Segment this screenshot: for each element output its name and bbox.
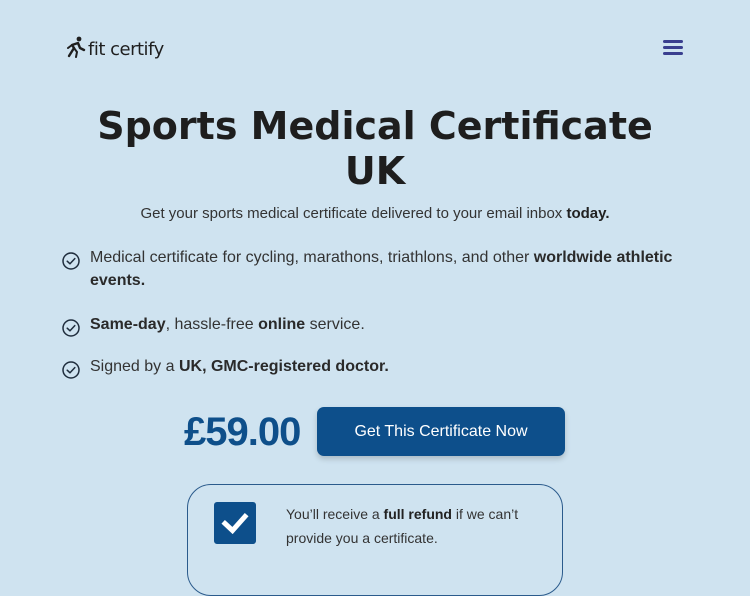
feature-text: Medical certificate for cycling, maratho… bbox=[90, 246, 690, 292]
feature-text-bold: online bbox=[258, 316, 306, 333]
check-circle-icon bbox=[62, 313, 90, 342]
checkbox-checked-icon bbox=[214, 502, 256, 544]
feature-item: Signed by a UK, GMC-registered doctor. bbox=[62, 355, 389, 384]
feature-text: Signed by a UK, GMC-registered doctor. bbox=[90, 355, 389, 384]
feature-text-part: , hassle-free bbox=[165, 316, 259, 333]
refund-text: You’ll receive a full refund if we can’t… bbox=[286, 502, 546, 550]
check-circle-icon bbox=[62, 355, 90, 384]
refund-guarantee-card: You’ll receive a full refund if we can’t… bbox=[187, 484, 563, 596]
feature-text-part: Medical certificate for cycling, maratho… bbox=[90, 249, 534, 266]
subtitle-emphasis: today. bbox=[566, 205, 610, 222]
feature-text-bold: UK, GMC-registered doctor. bbox=[178, 358, 389, 375]
get-certificate-button[interactable]: Get This Certificate Now bbox=[317, 407, 565, 456]
runner-logo-icon bbox=[66, 36, 88, 63]
feature-text-bold: Same-day bbox=[90, 316, 166, 333]
page-title: Sports Medical Certificate UK bbox=[75, 104, 675, 194]
feature-text-part: Signed by a bbox=[90, 358, 179, 375]
site-header: fit certify bbox=[0, 0, 750, 96]
feature-item: Medical certificate for cycling, maratho… bbox=[62, 246, 690, 292]
page-subtitle: Get your sports medical certificate deli… bbox=[0, 205, 750, 222]
feature-text-part: service. bbox=[305, 316, 365, 333]
page-title-line1: Sports Medical Certificate bbox=[97, 104, 653, 148]
hamburger-menu-icon[interactable] bbox=[661, 38, 685, 58]
refund-text-part: You’ll receive a bbox=[286, 506, 384, 522]
feature-item: Same-day, hassle-free online service. bbox=[62, 313, 365, 342]
logo-text: fit certify bbox=[88, 39, 164, 60]
subtitle-text: Get your sports medical certificate deli… bbox=[140, 205, 567, 222]
page-title-line2: UK bbox=[344, 149, 406, 193]
refund-text-bold: full refund bbox=[383, 506, 452, 522]
feature-text: Same-day, hassle-free online service. bbox=[90, 313, 365, 342]
site-logo[interactable]: fit certify bbox=[66, 36, 164, 63]
price-label: £59.00 bbox=[184, 410, 301, 454]
check-circle-icon bbox=[62, 246, 90, 292]
